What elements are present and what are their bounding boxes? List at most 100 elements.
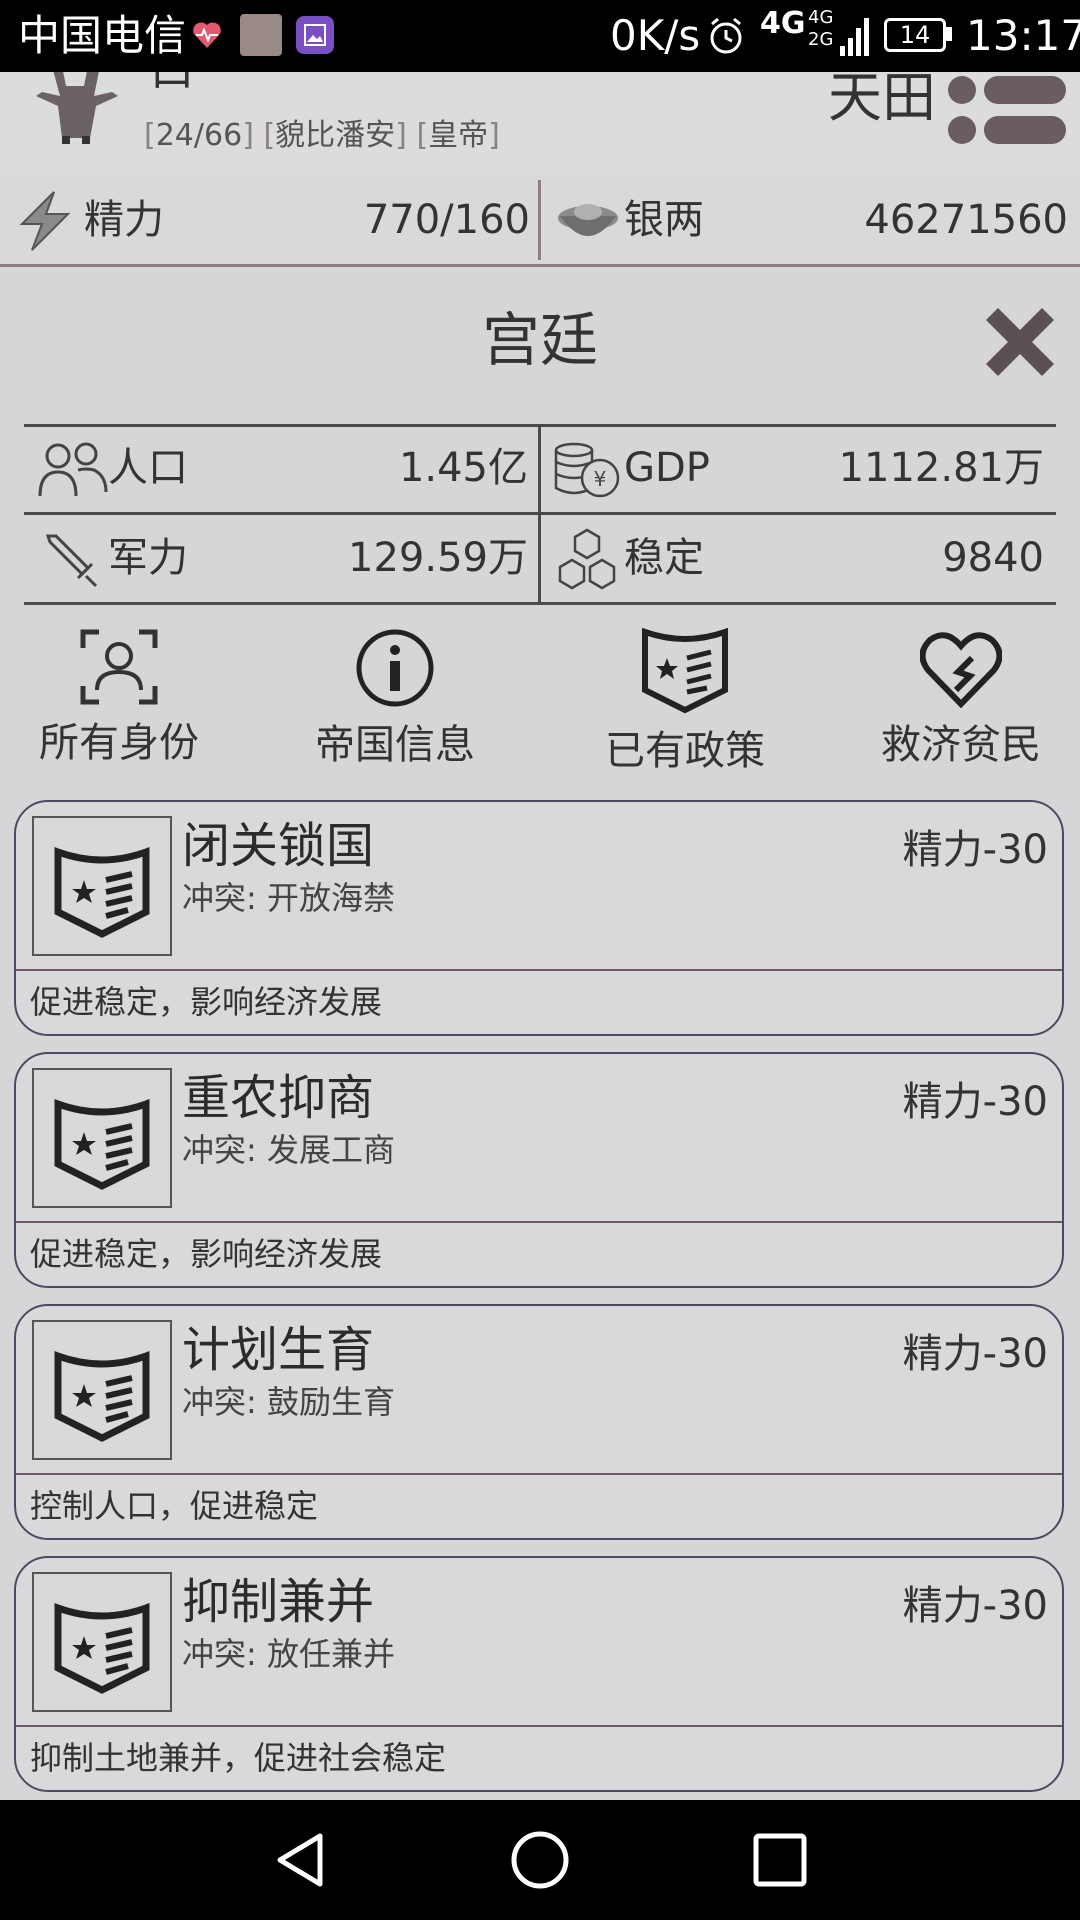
network-speed: 0K/s [610, 11, 701, 60]
policy-cost: 精力-30 [902, 1331, 1048, 1377]
population-icon [38, 442, 108, 502]
policy-cost: 精力-30 [902, 827, 1048, 873]
relieve-poor-label: 救济贫民 [881, 722, 1041, 768]
card-divider [16, 1725, 1062, 1727]
back-triangle-icon [277, 1833, 323, 1887]
info-icon [356, 629, 434, 707]
close-icon [986, 308, 1054, 376]
avatar-notification-icon [240, 14, 282, 56]
stability-value: 9840 [942, 535, 1044, 581]
back-button[interactable] [270, 1830, 330, 1894]
level-tag: 24/66 [155, 118, 243, 153]
policy-description: 控制人口，促进稳定 [30, 1487, 319, 1525]
player-avatar[interactable] [22, 72, 132, 150]
policy-icon [642, 627, 728, 714]
policy-description: 促进稳定，影响经济发展 [30, 1235, 383, 1273]
policy-description: 促进稳定，影响经济发展 [30, 983, 383, 1021]
military-sword-icon [42, 532, 102, 592]
gallery-notification-icon [296, 16, 334, 54]
empire-info-button[interactable]: 帝国信息 [270, 628, 520, 770]
policy-icon [54, 1351, 150, 1442]
carrier-label: 中国电信 [18, 11, 187, 60]
home-circle-icon [511, 1831, 569, 1889]
energy-bolt-icon [14, 190, 74, 256]
policy-title: 抑制兼并 [182, 1574, 375, 1630]
policy-card[interactable]: 重农抑商 冲突: 发展工商 精力-30 促进稳定，影响经济发展 [14, 1052, 1064, 1288]
recents-square-icon [753, 1833, 807, 1887]
policy-description: 抑制土地兼并，促进社会稳定 [30, 1739, 447, 1777]
card-divider [16, 1473, 1062, 1475]
policy-cost: 精力-30 [902, 1583, 1048, 1629]
card-divider [16, 969, 1062, 971]
court-title: 宫廷 [481, 306, 598, 374]
gdp-value: 1112.81万 [838, 445, 1044, 491]
policy-card[interactable]: 抑制兼并 冲突: 放任兼并 精力-30 抑制土地兼并，促进社会稳定 [14, 1556, 1064, 1792]
trait-tag: 貌比潘安 [275, 118, 396, 153]
policy-icon [54, 847, 150, 938]
home-button[interactable] [510, 1830, 570, 1894]
header-right-text: 天田 [828, 72, 936, 129]
health-heart-icon [190, 18, 224, 56]
network-type: 4G [760, 6, 806, 41]
stats-line-bottom [24, 602, 1056, 605]
player-header: ⼝ [24/66] [貌比潘安] [皇帝] 天田 [0, 72, 1080, 179]
policy-conflict: 冲突: 发展工商 [182, 1131, 395, 1169]
battery-tip [946, 27, 952, 41]
existing-policies-label: 已有政策 [605, 728, 765, 774]
resource-divider [538, 180, 541, 260]
all-identities-label: 所有身份 [39, 720, 199, 766]
gdp-coins-icon: ¥ [552, 440, 622, 504]
player-tags: [24/66] [貌比潘安] [皇帝] [144, 118, 500, 153]
policy-card[interactable]: 闭关锁国 冲突: 开放海禁 精力-30 促进稳定，影响经济发展 [14, 800, 1064, 1036]
navigation-bar [0, 1800, 1080, 1920]
card-divider [16, 1221, 1062, 1223]
title-tag: 皇帝 [428, 118, 489, 153]
policy-title: 计划生育 [182, 1322, 375, 1378]
policy-title: 重农抑商 [182, 1070, 375, 1126]
existing-policies-button[interactable]: 已有政策 [560, 627, 810, 776]
silver-value: 46271560 [864, 197, 1068, 243]
stability-label: 稳定 [624, 535, 704, 581]
policy-icon [54, 1603, 150, 1694]
menu-icon [948, 76, 1066, 144]
policy-cost: 精力-30 [902, 1079, 1048, 1125]
policy-title: 闭关锁国 [182, 818, 375, 874]
energy-value: 770/160 [363, 197, 530, 243]
svg-text:¥: ¥ [594, 467, 607, 491]
resource-bar: 精力 770/160 银两 46271560 [0, 176, 1080, 267]
close-button[interactable] [976, 298, 1064, 390]
network-type-2: 4G [808, 7, 834, 28]
recents-button[interactable] [752, 1832, 808, 1892]
policy-icon-box [32, 1320, 172, 1460]
population-value: 1.45亿 [398, 445, 528, 491]
identity-icon [80, 629, 158, 705]
military-label: 军力 [108, 535, 188, 581]
stats-divider [538, 427, 541, 602]
all-identities-button[interactable]: 所有身份 [0, 628, 244, 768]
policy-icon-box [32, 816, 172, 956]
battery-icon: 14 [884, 18, 946, 52]
status-bar: 中国电信 0K/s 4G 4G 2G 14 13:17 [0, 0, 1080, 72]
alarm-icon [706, 16, 746, 60]
policy-conflict: 冲突: 鼓励生育 [182, 1383, 395, 1421]
policy-conflict: 冲突: 放任兼并 [182, 1635, 395, 1673]
policy-icon [54, 1099, 150, 1190]
policy-card[interactable]: 计划生育 冲突: 鼓励生育 精力-30 控制人口，促进稳定 [14, 1304, 1064, 1540]
menu-button[interactable] [944, 74, 1070, 148]
network-type-3: 2G [808, 29, 834, 50]
battery-level: 14 [899, 21, 931, 49]
policy-icon-box [32, 1572, 172, 1712]
clock: 13:17 [966, 11, 1080, 60]
energy-label: 精力 [84, 197, 164, 243]
silver-ingot-icon [554, 196, 622, 248]
relief-heart-icon [919, 632, 1003, 709]
silver-label: 银两 [624, 197, 704, 243]
stability-hexagon-icon [556, 528, 618, 596]
population-label: 人口 [108, 445, 188, 491]
policy-icon-box [32, 1068, 172, 1208]
policy-conflict: 冲突: 开放海禁 [182, 879, 395, 917]
signal-icon [840, 14, 870, 62]
gdp-label: GDP [624, 445, 710, 491]
player-name-partial: ⼝ [150, 72, 194, 98]
relieve-poor-button[interactable]: 救济贫民 [836, 628, 1080, 770]
